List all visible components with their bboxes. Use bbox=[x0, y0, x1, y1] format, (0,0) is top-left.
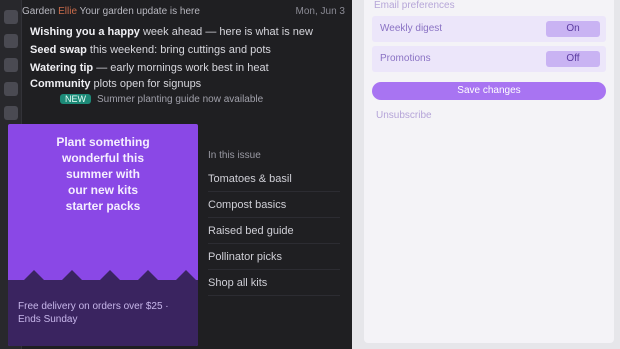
draft-icon[interactable] bbox=[3, 82, 18, 96]
sawtooth-decoration bbox=[8, 270, 198, 288]
promo-tagline: NEW Summer planting guide now available bbox=[60, 94, 340, 108]
preferences-panel: Email preferences Weekly digest On Promo… bbox=[364, 0, 614, 343]
headline-line: starter packs bbox=[65, 199, 141, 213]
message-line-bold: Watering tip bbox=[30, 62, 94, 74]
preference-row[interactable]: Weekly digest On bbox=[372, 16, 606, 42]
preference-toggle[interactable]: Off bbox=[546, 51, 600, 67]
new-badge: NEW bbox=[60, 94, 91, 104]
side-header: In this issue bbox=[208, 150, 261, 161]
contents-item[interactable]: Shop all kits bbox=[208, 270, 340, 296]
message-line: Seed swap this weekend: bring cuttings a… bbox=[30, 44, 340, 60]
save-button[interactable]: Save changes bbox=[372, 82, 606, 100]
contents-item[interactable]: Pollinator picks bbox=[208, 244, 340, 270]
panel-title: Email preferences bbox=[374, 0, 455, 11]
tagline-text: Summer planting guide now available bbox=[97, 94, 264, 105]
message-line-text: plots open for signups bbox=[90, 78, 202, 90]
issue-contents: Tomatoes & basil Compost basics Raised b… bbox=[208, 166, 340, 346]
message-line-bold: Wishing you a happy bbox=[30, 26, 140, 38]
message-line-bold: Seed swap bbox=[30, 44, 87, 56]
message-line-text: this weekend: bring cuttings and pots bbox=[86, 44, 271, 56]
unsubscribe-link[interactable]: Unsubscribe bbox=[376, 110, 432, 121]
email-subject: Your garden update is here bbox=[79, 6, 200, 17]
inbox-icon[interactable] bbox=[3, 10, 18, 24]
headline-line: Plant something bbox=[56, 135, 150, 149]
message-line: Watering tip — early mornings work best … bbox=[30, 62, 340, 78]
message-line: Wishing you a happy week ahead — here is… bbox=[30, 26, 340, 42]
message-line-text: — early mornings work best in heat bbox=[93, 62, 269, 74]
contents-item[interactable]: Compost basics bbox=[208, 192, 340, 218]
headline-line: wonderful this bbox=[62, 151, 144, 165]
star-icon[interactable] bbox=[3, 34, 18, 48]
preference-row[interactable]: Promotions Off bbox=[372, 46, 606, 72]
preferences-sidebar: Email preferences Weekly digest On Promo… bbox=[352, 0, 620, 349]
email-header: Garden Ellie Your garden update is here bbox=[22, 6, 262, 18]
trash-icon[interactable] bbox=[3, 106, 18, 120]
preference-label: Promotions bbox=[380, 53, 431, 64]
sender-name[interactable]: Garden bbox=[22, 6, 55, 17]
preference-label: Weekly digest bbox=[380, 23, 443, 34]
send-icon[interactable] bbox=[3, 58, 18, 72]
message-line: Community plots open for signups bbox=[30, 78, 340, 94]
preference-toggle[interactable]: On bbox=[546, 21, 600, 37]
promo-banner[interactable]: Plant something wonderful this summer wi… bbox=[8, 124, 198, 346]
promo-headline: Plant something wonderful this summer wi… bbox=[8, 124, 198, 214]
contents-item[interactable]: Raised bed guide bbox=[208, 218, 340, 244]
message-line-text: week ahead — here is what is new bbox=[139, 26, 313, 38]
promo-footer: Free delivery on orders over $25 · Ends … bbox=[18, 301, 169, 325]
headline-line: our new kits bbox=[67, 183, 138, 197]
contents-item[interactable]: Tomatoes & basil bbox=[208, 166, 340, 192]
email-date: Mon, Jun 3 bbox=[295, 6, 345, 17]
headline-line: summer with bbox=[65, 167, 140, 181]
sender-accent: Ellie bbox=[58, 6, 78, 17]
message-line-bold: Community bbox=[30, 78, 91, 90]
